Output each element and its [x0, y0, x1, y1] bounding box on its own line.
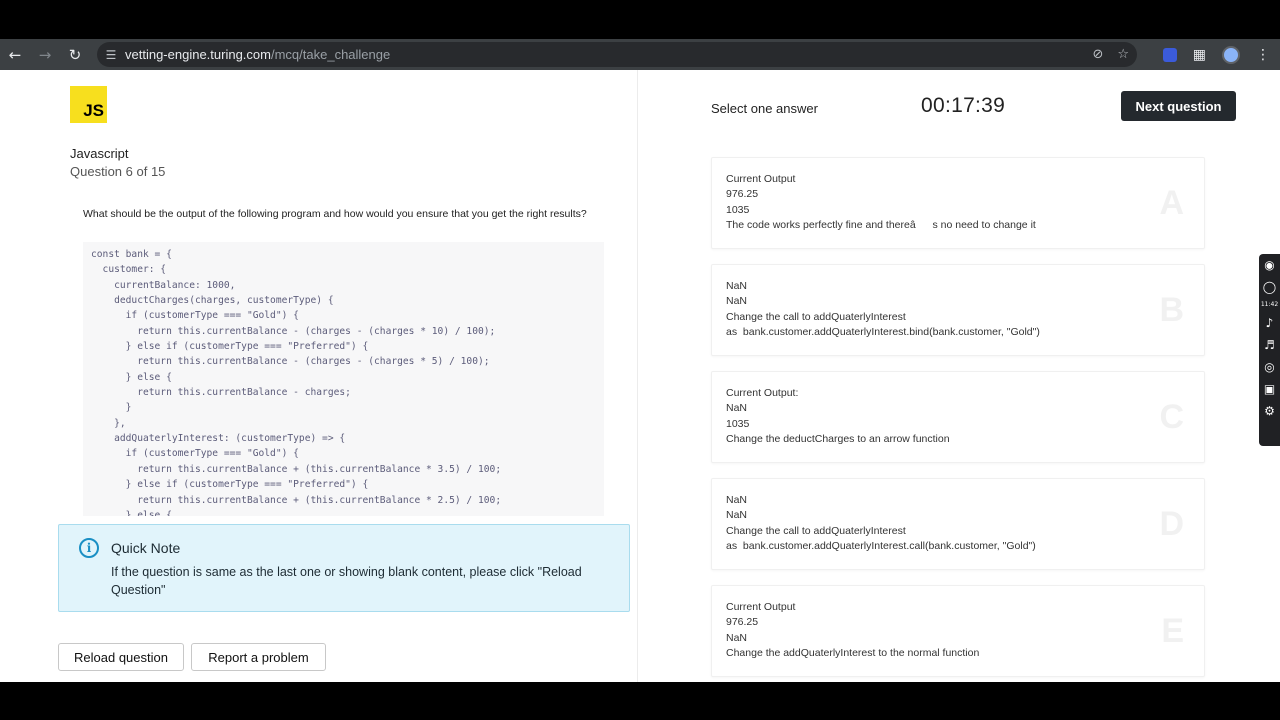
answer-option-b[interactable]: NaN NaN Change the call to addQuaterlyInte…: [711, 264, 1205, 356]
eye-off-icon[interactable]: ⊘: [1092, 47, 1103, 62]
back-arrow-icon[interactable]: ←: [0, 39, 30, 70]
avatar[interactable]: [1222, 45, 1240, 64]
javascript-logo: JS: [70, 86, 107, 123]
option-text: Current Output: NaN 1035 Change the deductC…: [726, 387, 950, 446]
question-counter: Question 6 of 15: [70, 164, 166, 179]
answer-option-a[interactable]: Current Output 976.25 1035 The code works p…: [711, 157, 1205, 249]
quick-note-body: If the question is same as the last one …: [111, 565, 582, 597]
question-text: What should be the output of the followi…: [83, 208, 587, 220]
answer-option-d[interactable]: NaN NaN Change the call to addQuaterlyInte…: [711, 478, 1205, 570]
toolbar-clock: 11:42: [1260, 301, 1279, 308]
answer-panel: Select one answer 00:17:39 Next question…: [639, 70, 1280, 682]
browser-toolbar: ← → ↻ ☰ vetting-engine.turing.com/mcq/ta…: [0, 39, 1280, 70]
forward-arrow-icon[interactable]: →: [30, 39, 60, 70]
info-icon: i: [79, 538, 99, 558]
address-bar[interactable]: ☰ vetting-engine.turing.com/mcq/take_cha…: [97, 42, 1137, 67]
option-letter: B: [1159, 291, 1184, 329]
puzzle-icon[interactable]: ▦: [1193, 47, 1206, 63]
next-question-button[interactable]: Next question: [1121, 91, 1236, 121]
screen-icon[interactable]: ▣: [1259, 378, 1280, 400]
settings-gear-icon[interactable]: ⚙: [1259, 400, 1280, 422]
option-text: Current Output 976.25 1035 The code works p…: [726, 173, 1036, 232]
video-letterbox-bottom: [0, 682, 1280, 720]
countdown-timer: 00:17:39: [921, 94, 1006, 117]
option-text: Current Output 976.25 NaN Change the addQua…: [726, 601, 980, 660]
question-panel: JS Javascript Question 6 of 15 What shou…: [0, 70, 638, 682]
option-letter: A: [1159, 184, 1184, 222]
report-problem-button[interactable]: Report a problem: [191, 643, 326, 671]
answer-option-e[interactable]: Current Output 976.25 NaN Change the addQua…: [711, 585, 1205, 677]
video-letterbox-top: [0, 0, 1280, 39]
select-answer-label: Select one answer: [711, 101, 818, 116]
language-label: Javascript: [70, 146, 129, 161]
microphone-icon[interactable]: ♪: [1259, 312, 1280, 334]
option-text: NaN NaN Change the call to addQuaterlyInte…: [726, 280, 1040, 339]
speaker-icon[interactable]: ♬: [1259, 334, 1280, 356]
extension-icon[interactable]: [1162, 47, 1177, 62]
option-letter: E: [1161, 612, 1184, 650]
challenge-page: JS Javascript Question 6 of 15 What shou…: [0, 70, 1280, 682]
url-text[interactable]: vetting-engine.turing.com/mcq/take_chall…: [125, 47, 390, 62]
answer-option-c[interactable]: Current Output: NaN 1035 Change the deductC…: [711, 371, 1205, 463]
option-text: NaN NaN Change the call to addQuaterlyInte…: [726, 494, 1036, 553]
option-letter: D: [1159, 505, 1184, 543]
more-menu-icon[interactable]: ⋮: [1256, 47, 1270, 63]
camera-icon[interactable]: ◉: [1259, 254, 1280, 276]
code-block[interactable]: const bank = { customer: { currentBalanc…: [83, 242, 604, 516]
reload-icon[interactable]: ↻: [60, 39, 90, 70]
quick-note-title: Quick Note: [111, 540, 181, 556]
code-text: const bank = { customer: { currentBalanc…: [91, 249, 502, 516]
record-icon[interactable]: ◯: [1259, 276, 1280, 298]
webcam-icon[interactable]: ◎: [1259, 356, 1280, 378]
quick-note: i Quick Note If the question is same as …: [58, 524, 630, 612]
site-settings-icon[interactable]: ☰: [97, 48, 125, 62]
recording-toolbar: ◉ ◯ 11:42 ♪ ♬ ◎ ▣ ⚙: [1259, 254, 1280, 446]
reload-question-button[interactable]: Reload question: [58, 643, 184, 671]
option-letter: C: [1159, 398, 1184, 436]
bookmark-star-icon[interactable]: ☆: [1117, 47, 1129, 62]
